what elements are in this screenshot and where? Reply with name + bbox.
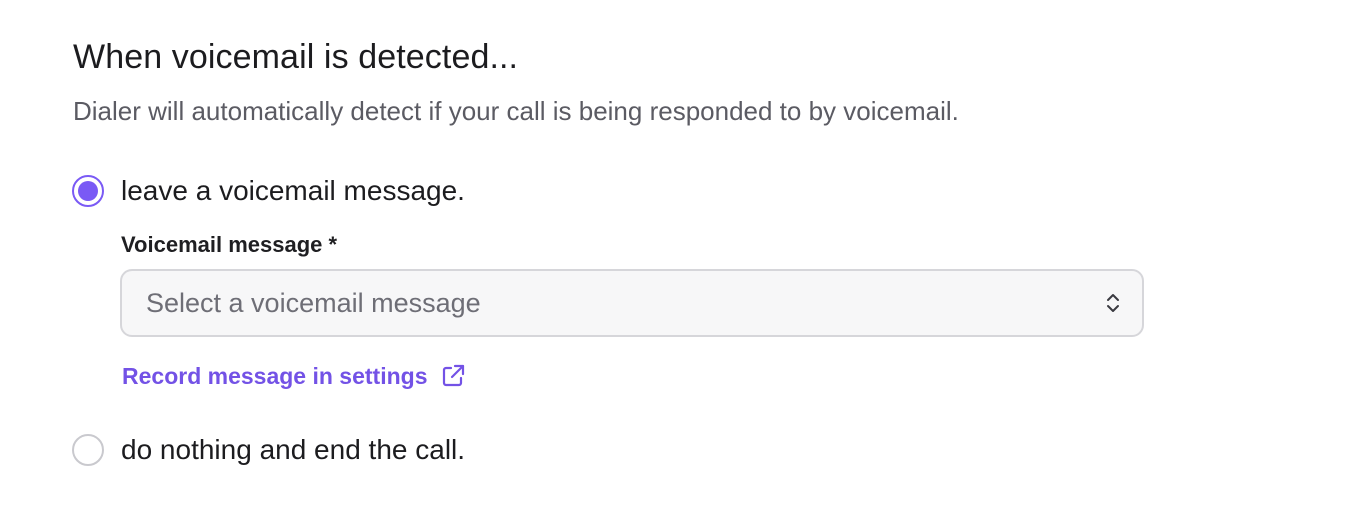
voicemail-message-placeholder: Select a voicemail message <box>146 288 481 318</box>
option-do-nothing[interactable]: do nothing and end the call. <box>72 433 465 467</box>
record-message-link-label: Record message in settings <box>122 363 428 389</box>
section-description: Dialer will automatically detect if your… <box>73 96 959 126</box>
voicemail-message-label: Voicemail message * <box>121 232 338 257</box>
radio-leave-voicemail[interactable] <box>72 175 104 207</box>
radio-selected-dot <box>78 181 98 201</box>
external-link-icon <box>440 363 466 389</box>
radio-do-nothing[interactable] <box>72 434 104 466</box>
option-leave-voicemail[interactable]: leave a voicemail message. <box>72 174 465 208</box>
chevron-up-down-icon <box>1103 289 1123 317</box>
option-leave-voicemail-label: leave a voicemail message. <box>121 175 465 206</box>
voicemail-detection-settings: When voicemail is detected... Dialer wil… <box>0 0 1350 520</box>
section-title: When voicemail is detected... <box>73 38 519 76</box>
record-message-link[interactable]: Record message in settings <box>122 361 466 391</box>
voicemail-message-select[interactable]: Select a voicemail message <box>120 269 1144 337</box>
option-do-nothing-label: do nothing and end the call. <box>121 434 466 465</box>
